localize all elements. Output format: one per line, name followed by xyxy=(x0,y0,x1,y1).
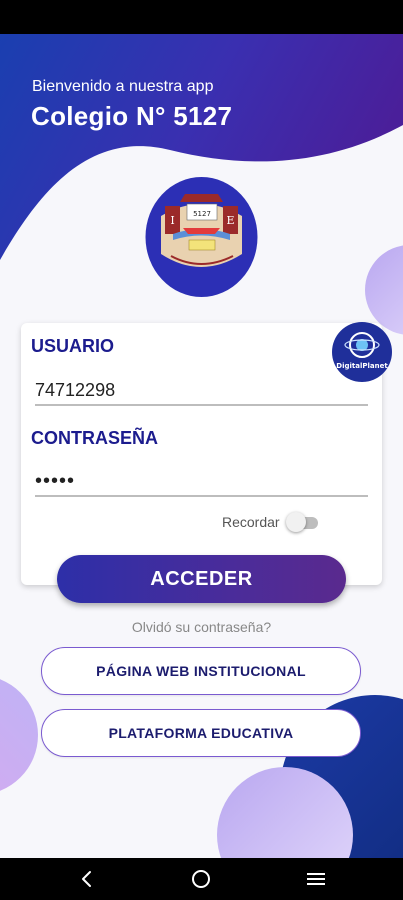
crest-letter-e: E xyxy=(226,214,234,227)
user-label: USUARIO xyxy=(31,336,115,356)
toggle-thumb xyxy=(285,512,306,532)
nav-home-button[interactable] xyxy=(181,858,221,900)
back-icon xyxy=(82,871,92,887)
crest-number: 5127 xyxy=(193,210,211,218)
login-card: USUARIO 74712298 CONTRASEÑA ••••• Digita… xyxy=(21,322,392,585)
forgot-password-link[interactable]: Olvidó su contraseña? xyxy=(0,619,403,635)
acceder-button[interactable]: ACCEDER xyxy=(57,555,346,603)
welcome-text: Bienvenido a nuestra app xyxy=(32,78,214,95)
menu-icon xyxy=(306,873,325,885)
institutional-website-button[interactable]: PÁGINA WEB INSTITUCIONAL xyxy=(41,647,361,695)
password-input-underline xyxy=(35,495,368,497)
remember-row: Recordar xyxy=(222,512,320,532)
status-bar xyxy=(0,0,403,34)
navigation-bar xyxy=(0,858,403,900)
digital-planet-badge: DigitalPlanet xyxy=(332,322,392,382)
badge-text: DigitalPlanet xyxy=(336,362,388,370)
school-title: Colegio N° 5127 xyxy=(31,101,233,131)
nav-menu-button[interactable] xyxy=(296,858,336,900)
nav-back-button[interactable] xyxy=(67,858,107,900)
user-input[interactable]: 74712298 xyxy=(35,380,115,401)
school-crest-logo: I E 5127 xyxy=(145,177,258,297)
educational-platform-button[interactable]: PLATAFORMA EDUCATIVA xyxy=(41,709,361,757)
home-icon xyxy=(192,870,211,888)
remember-toggle[interactable] xyxy=(285,512,320,532)
password-input[interactable]: ••••• xyxy=(35,470,75,493)
password-label: CONTRASEÑA xyxy=(31,428,159,448)
crest-letter-i: I xyxy=(170,214,174,227)
user-input-underline xyxy=(35,404,368,406)
remember-label: Recordar xyxy=(222,514,280,530)
